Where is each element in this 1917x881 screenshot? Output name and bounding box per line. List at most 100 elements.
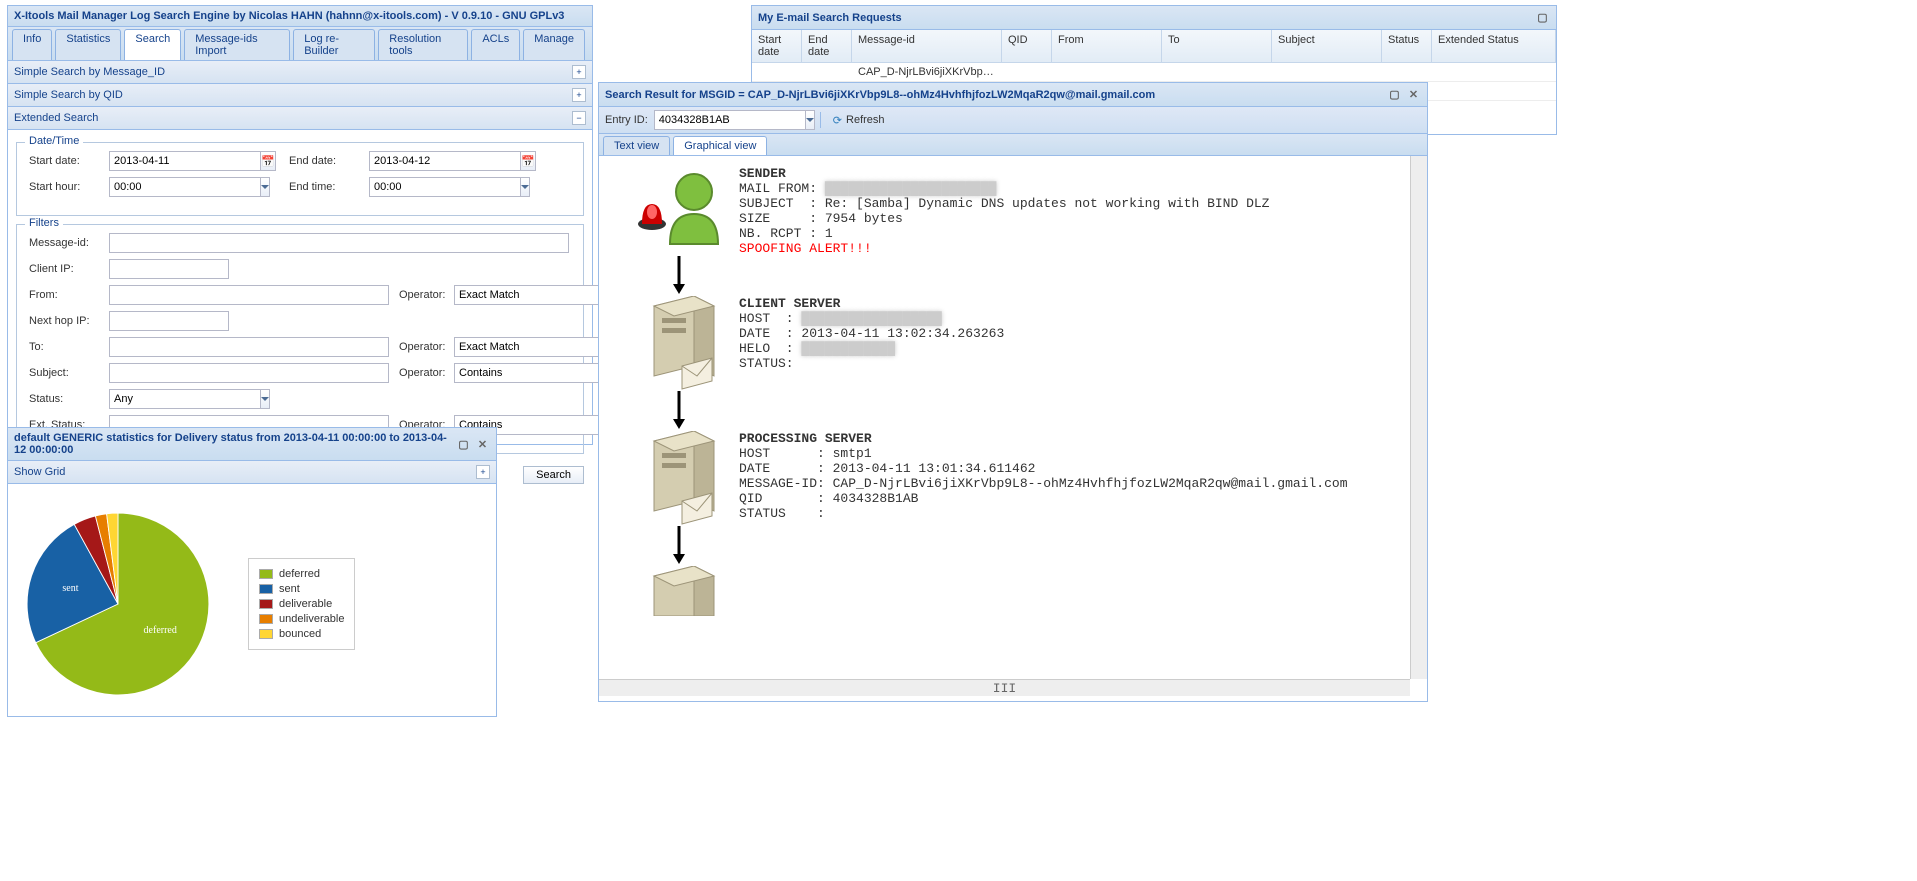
col-qid[interactable]: QID [1002, 30, 1052, 62]
tab-resolution-tools[interactable]: Resolution tools [378, 29, 468, 60]
col-to[interactable]: To [1162, 30, 1272, 62]
arrow-down-icon [619, 391, 739, 431]
legend-label: deliverable [279, 598, 332, 610]
stats-body: deferred sent deferred sent deliverable unde… [8, 484, 496, 724]
col-start-date[interactable]: Start date [752, 30, 802, 62]
to-operator-select[interactable] [454, 337, 605, 357]
start-date-input[interactable] [109, 151, 260, 171]
calendar-icon[interactable]: 📅 [260, 151, 276, 171]
client-ip-input[interactable] [109, 259, 229, 279]
datetime-fieldset: Date/Time Start date: 📅 End date: 📅 Star… [16, 142, 584, 216]
close-icon[interactable]: ✕ [475, 437, 490, 452]
tab-statistics[interactable]: Statistics [55, 29, 121, 60]
tab-acls[interactable]: ACLs [471, 29, 520, 60]
from-input[interactable] [109, 285, 389, 305]
collapse-icon[interactable]: − [572, 111, 586, 125]
end-time-label: End time: [289, 181, 369, 193]
accordion-simple-msgid[interactable]: Simple Search by Message_ID + [8, 61, 592, 84]
refresh-button[interactable]: ⟳ Refresh [827, 112, 891, 129]
chevron-down-icon[interactable] [260, 389, 270, 409]
sender-icon [619, 166, 739, 246]
accordion-extended[interactable]: Extended Search − [8, 107, 592, 130]
chevron-down-icon[interactable] [805, 110, 815, 130]
client-ip-label: Client IP: [29, 263, 109, 275]
label: Show Grid [14, 466, 65, 478]
label: Extended Search [14, 112, 98, 124]
col-subject[interactable]: Subject [1272, 30, 1382, 62]
from-operator-select[interactable] [454, 285, 605, 305]
server-icon [619, 566, 739, 616]
title-text: X-Itools Mail Manager Log Search Engine … [14, 10, 564, 22]
expand-icon[interactable]: + [476, 465, 490, 479]
tab-search[interactable]: Search [124, 29, 181, 60]
horizontal-scrollbar[interactable]: III [599, 679, 1410, 696]
server-icon [619, 431, 739, 526]
maximize-icon[interactable]: ▢ [1387, 87, 1402, 102]
title-text: My E-mail Search Requests [758, 12, 902, 24]
col-end-date[interactable]: End date [802, 30, 852, 62]
operator-label: Operator: [399, 341, 454, 353]
table-row[interactable]: CAP_D-NjrLBvi6jiXKrVbp9L8--ohMz... [752, 63, 1556, 82]
message-id-label: Message-id: [29, 237, 109, 249]
search-button[interactable]: Search [523, 466, 584, 484]
maximize-icon[interactable]: ▢ [456, 437, 471, 452]
close-icon[interactable]: ✕ [1406, 87, 1421, 102]
legend-label: bounced [279, 628, 321, 640]
tab-log-rebuilder[interactable]: Log re-Builder [293, 29, 375, 60]
legend: Date/Time [25, 135, 83, 147]
col-status[interactable]: Status [1382, 30, 1432, 62]
tab-info[interactable]: Info [12, 29, 52, 60]
requests-title: My E-mail Search Requests ▢ [752, 6, 1556, 30]
legend-item: undeliverable [259, 613, 344, 625]
next-hop-ip-label: Next hop IP: [29, 315, 109, 327]
tab-graphical-view[interactable]: Graphical view [673, 136, 767, 155]
legend-swatch [259, 629, 273, 639]
tab-message-ids-import[interactable]: Message-ids Import [184, 29, 290, 60]
label: Simple Search by Message_ID [14, 66, 165, 78]
entry-id-select[interactable] [654, 110, 805, 130]
requests-grid-header: Start date End date Message-id QID From … [752, 30, 1556, 63]
expand-icon[interactable]: + [572, 65, 586, 79]
from-label: From: [29, 289, 109, 301]
result-tabs: Text view Graphical view [599, 134, 1427, 156]
subject-label: Subject: [29, 367, 109, 379]
tab-manage[interactable]: Manage [523, 29, 585, 60]
svg-text:deferred: deferred [144, 625, 177, 636]
refresh-icon: ⟳ [833, 114, 842, 127]
pie-legend: deferred sent deliverable undeliverable boun… [248, 558, 355, 650]
legend-label: deferred [279, 568, 320, 580]
end-date-input[interactable] [369, 151, 520, 171]
next-hop-ip-input[interactable] [109, 311, 229, 331]
operator-label: Operator: [399, 289, 454, 301]
start-hour-label: Start hour: [29, 181, 109, 193]
legend-item: sent [259, 583, 344, 595]
start-hour-input[interactable] [109, 177, 260, 197]
label: Refresh [846, 114, 885, 126]
status-label: Status: [29, 393, 109, 405]
message-id-input[interactable] [109, 233, 569, 253]
legend-swatch [259, 599, 273, 609]
filters-fieldset: Filters Message-id: Client IP: From: Ope… [16, 224, 584, 454]
vertical-scrollbar[interactable] [1410, 156, 1427, 679]
chevron-down-icon[interactable] [260, 177, 270, 197]
col-message-id[interactable]: Message-id [852, 30, 1002, 62]
legend-item: bounced [259, 628, 344, 640]
chevron-down-icon[interactable] [520, 177, 530, 197]
show-grid-header[interactable]: Show Grid + [8, 461, 496, 484]
to-input[interactable] [109, 337, 389, 357]
subject-input[interactable] [109, 363, 389, 383]
subject-operator-select[interactable] [454, 363, 605, 383]
title-text: Search Result for MSGID = CAP_D-NjrLBvi6… [605, 89, 1155, 101]
col-from[interactable]: From [1052, 30, 1162, 62]
end-time-input[interactable] [369, 177, 520, 197]
expand-icon[interactable]: + [572, 88, 586, 102]
status-select[interactable] [109, 389, 260, 409]
tab-text-view[interactable]: Text view [603, 136, 670, 155]
accordion-simple-qid[interactable]: Simple Search by QID + [8, 84, 592, 107]
label: Simple Search by QID [14, 89, 123, 101]
calendar-icon[interactable]: 📅 [520, 151, 536, 171]
stats-title: default GENERIC statistics for Delivery … [8, 428, 496, 461]
col-extended-status[interactable]: Extended Status [1432, 30, 1556, 62]
maximize-icon[interactable]: ▢ [1535, 10, 1550, 25]
stats-window: default GENERIC statistics for Delivery … [7, 427, 497, 717]
